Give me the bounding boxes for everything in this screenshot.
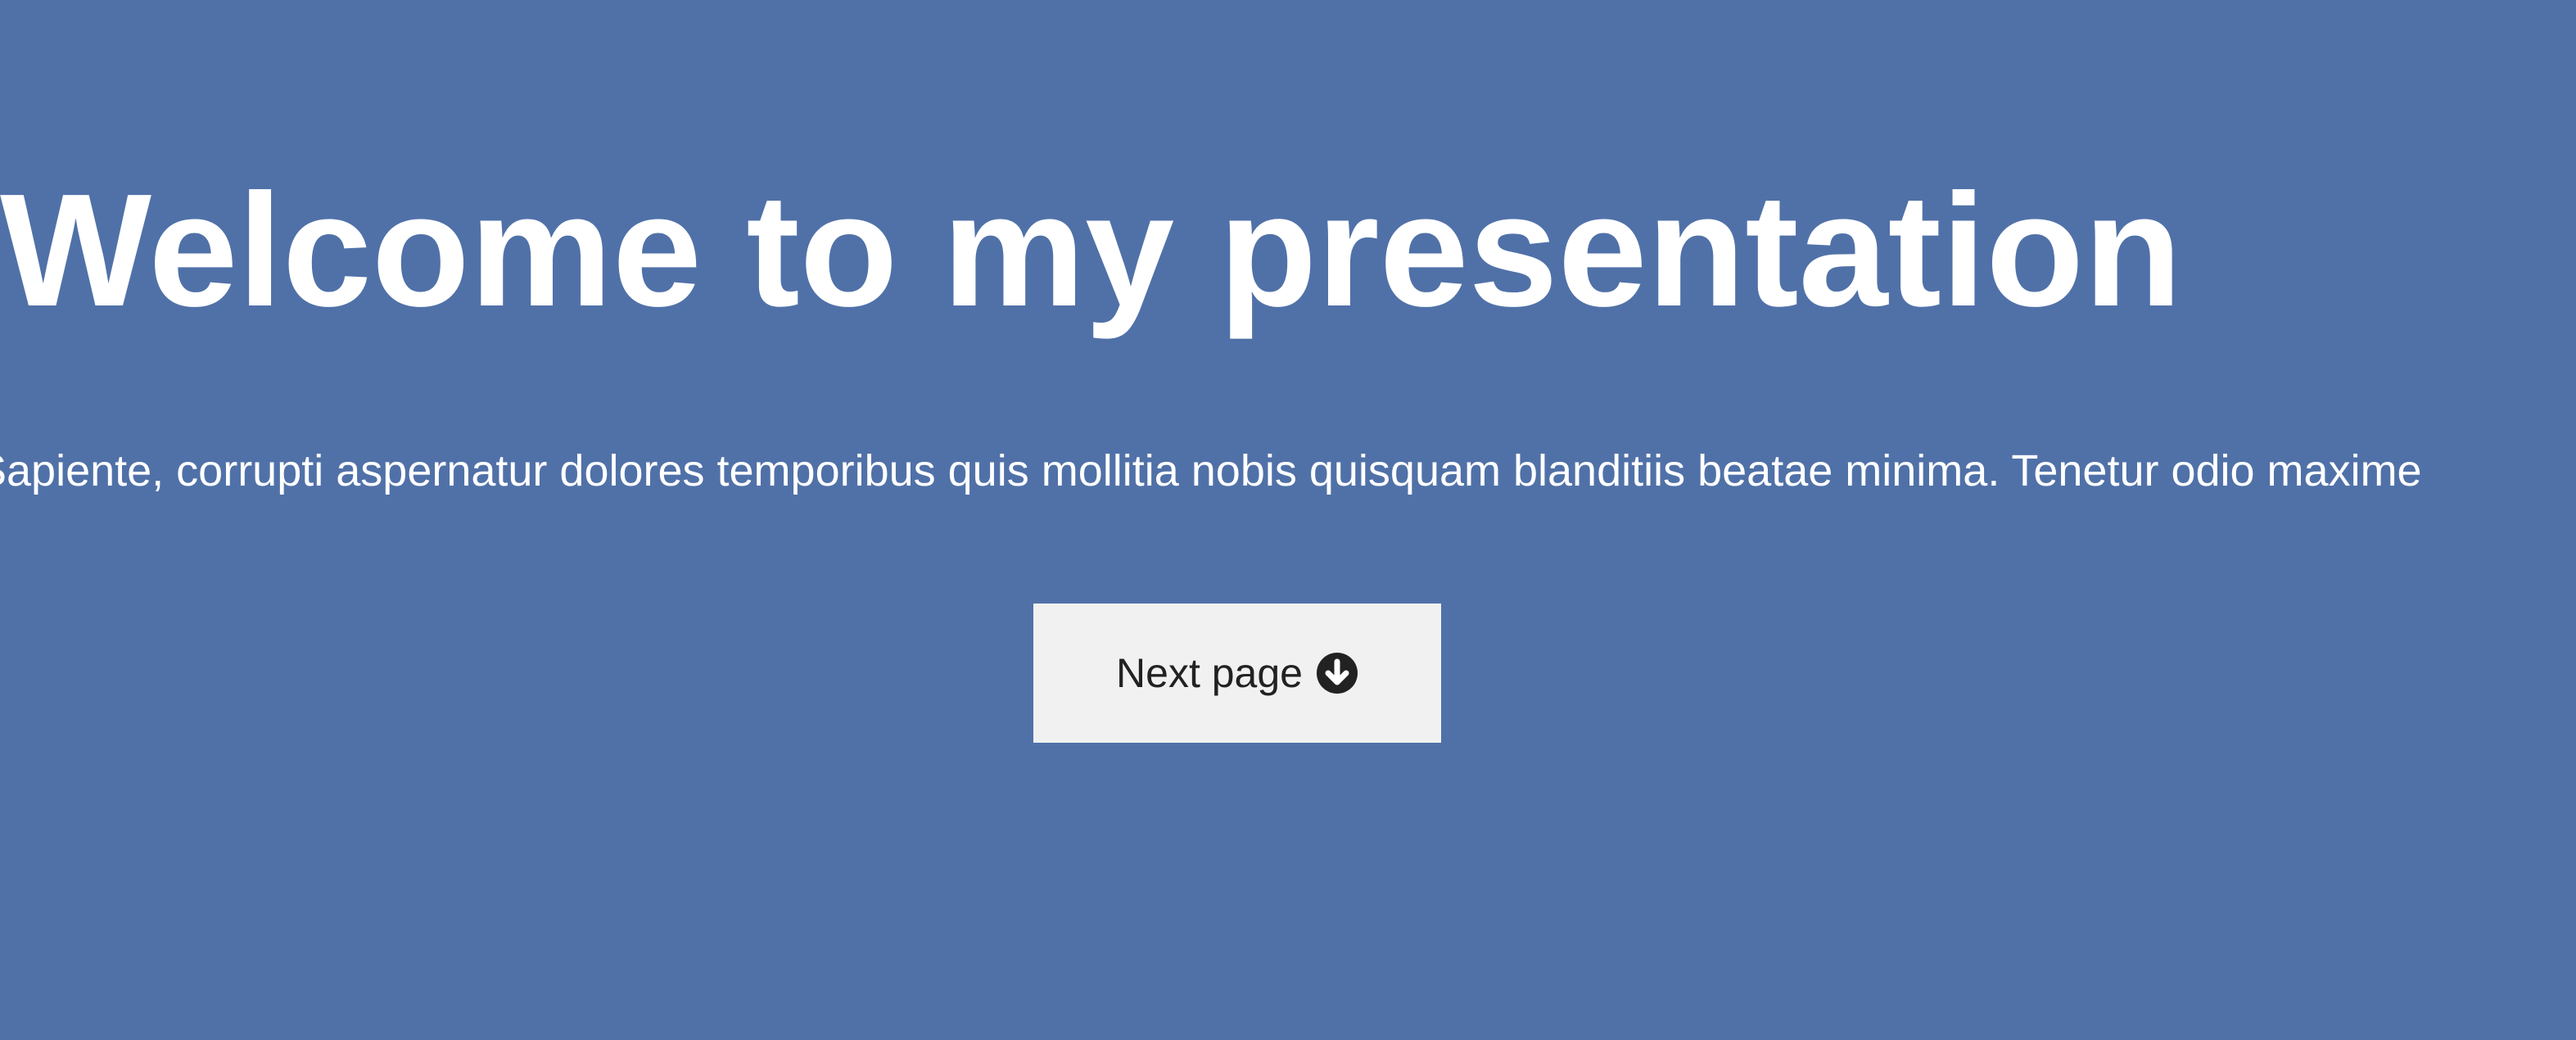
slide-title: Welcome to my presentation [0, 161, 2182, 340]
slide-body-text: Sapiente, corrupti aspernatur dolores te… [0, 446, 2422, 495]
presentation-slide: Welcome to my presentation Sapiente, cor… [0, 0, 2576, 1040]
next-page-button[interactable]: Next page [1033, 604, 1441, 743]
arrow-circle-down-icon [1316, 652, 1358, 694]
next-page-label: Next page [1116, 650, 1303, 696]
